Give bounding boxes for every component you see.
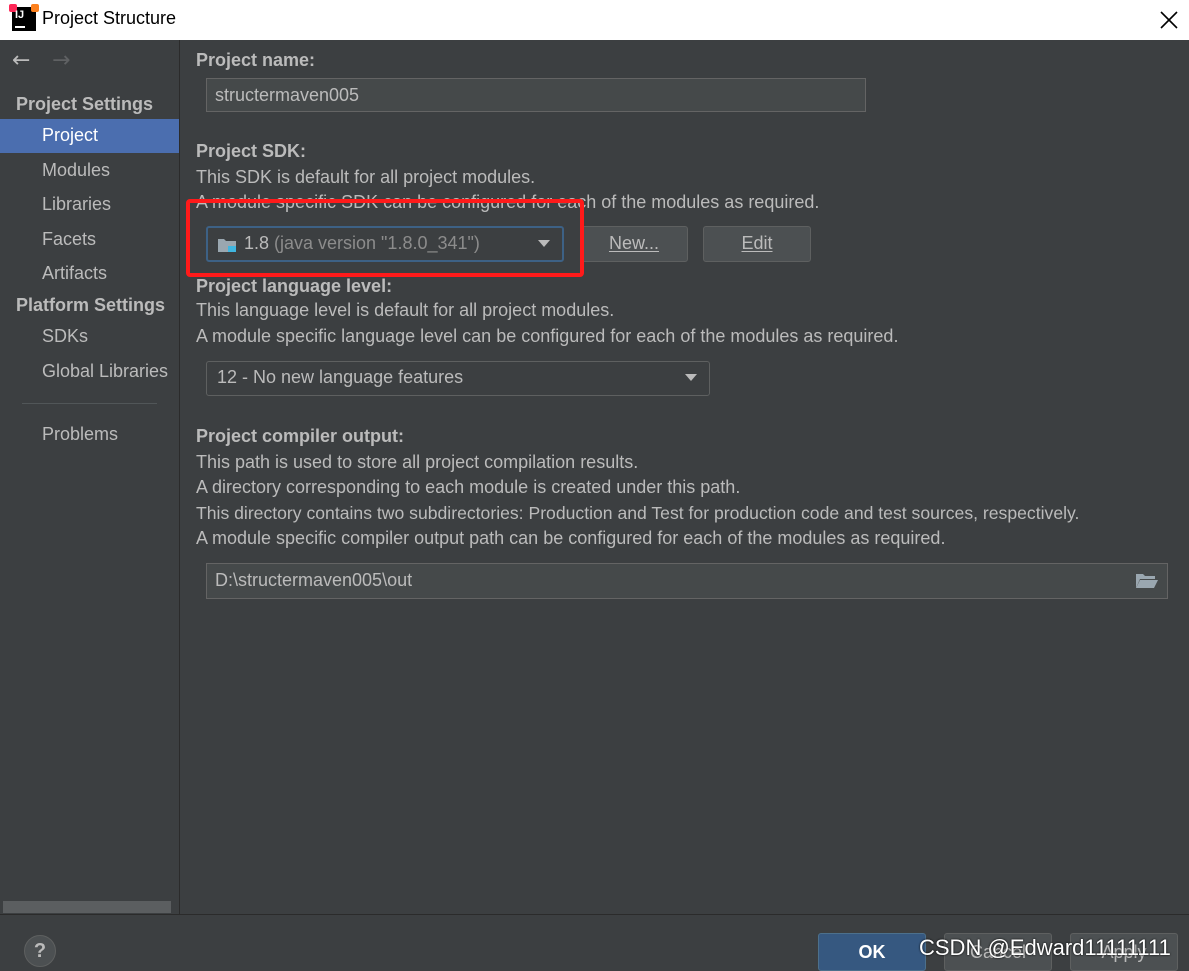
- sidebar-scrollbar[interactable]: [3, 901, 171, 913]
- red-highlight-annotation: [186, 199, 584, 277]
- new-sdk-button[interactable]: New...: [580, 226, 688, 262]
- help-button[interactable]: ?: [24, 935, 56, 967]
- language-description-1: This language level is default for all p…: [196, 300, 615, 320]
- close-icon: [1160, 11, 1178, 29]
- language-level-selected: 12 - No new language features: [217, 367, 464, 387]
- project-settings-title: Project Settings: [16, 94, 154, 114]
- chevron-down-icon: [685, 374, 697, 381]
- language-level-label: Project language level:: [196, 276, 393, 296]
- sidebar-divider: [22, 403, 157, 404]
- sidebar-item-problems[interactable]: Problems: [0, 418, 179, 452]
- project-name-label: Project name:: [196, 50, 316, 70]
- compiler-output-path-input[interactable]: D:\structermaven005\out: [206, 563, 1168, 599]
- sidebar-item-artifacts[interactable]: Artifacts: [0, 257, 179, 291]
- sidebar-item-libraries[interactable]: Libraries: [0, 188, 179, 222]
- bottom-bar: ? OK Cancel Apply CSDN @Edward11111111: [0, 914, 1189, 971]
- sdk-description-1: This SDK is default for all project modu…: [196, 167, 536, 187]
- platform-settings-title: Platform Settings: [16, 295, 166, 315]
- sidebar-item-project[interactable]: Project: [0, 119, 179, 153]
- window-title: Project Structure: [42, 8, 177, 28]
- sidebar-item-modules[interactable]: Modules: [0, 154, 179, 188]
- compiler-output-label: Project compiler output:: [196, 426, 405, 446]
- sidebar-item-sdks[interactable]: SDKs: [0, 320, 179, 354]
- language-description-2: A module specific language level can be …: [196, 326, 899, 346]
- project-sdk-label: Project SDK:: [196, 141, 307, 161]
- output-description-2: A directory corresponding to each module…: [196, 477, 741, 497]
- close-button[interactable]: [1149, 0, 1189, 40]
- forward-arrow-icon[interactable]: →: [52, 50, 70, 72]
- sidebar: ← → Project Settings Project Modules Lib…: [0, 40, 180, 914]
- browse-folder-icon[interactable]: [1135, 572, 1159, 590]
- output-description-4: A module specific compiler output path c…: [196, 528, 946, 548]
- title-bar: IJ Project Structure: [0, 0, 1189, 40]
- ok-button[interactable]: OK: [818, 933, 926, 971]
- output-description-1: This path is used to store all project c…: [196, 452, 639, 472]
- language-level-combobox[interactable]: 12 - No new language features: [206, 361, 710, 396]
- back-arrow-icon[interactable]: ←: [12, 50, 30, 72]
- intellij-logo-icon: IJ: [9, 4, 39, 31]
- watermark: CSDN @Edward11111111: [919, 935, 1171, 960]
- edit-sdk-button[interactable]: Edit: [703, 226, 811, 262]
- project-name-input[interactable]: structermaven005: [206, 78, 866, 112]
- sidebar-item-facets[interactable]: Facets: [0, 223, 179, 257]
- output-description-3: This directory contains two subdirectori…: [196, 503, 1080, 523]
- sidebar-item-global-libraries[interactable]: Global Libraries: [0, 355, 179, 389]
